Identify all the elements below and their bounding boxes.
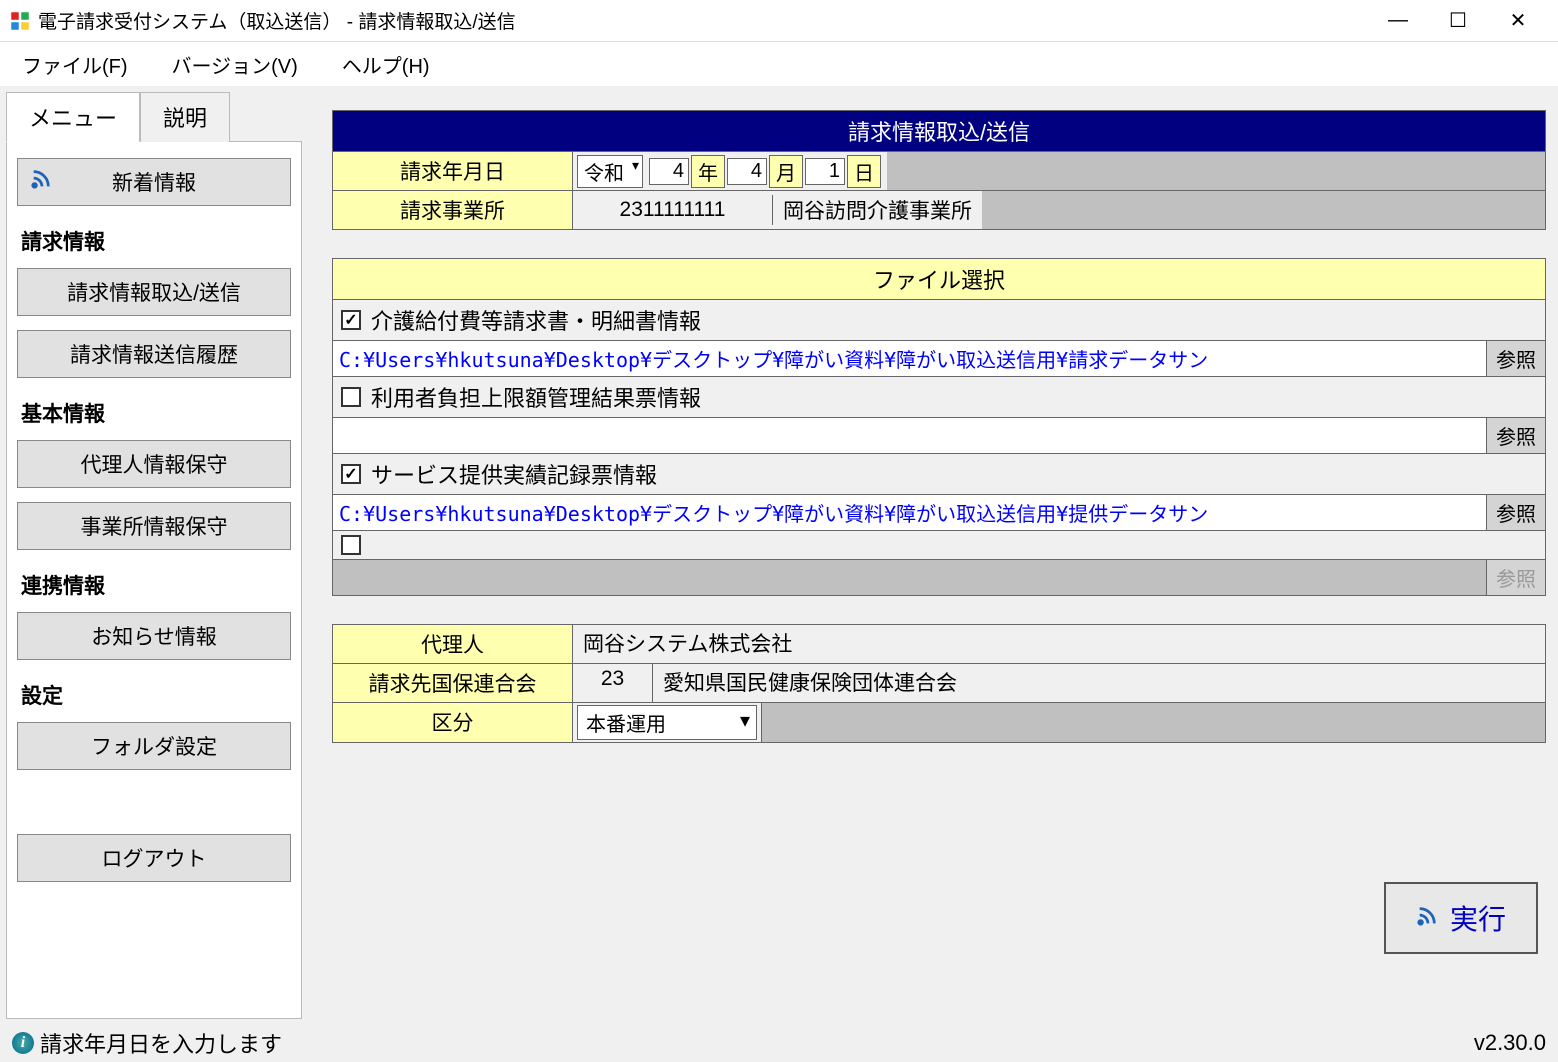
status-message: 請求年月日を入力します: [40, 1027, 282, 1059]
browse-button-0[interactable]: 参照: [1487, 341, 1545, 376]
category-select[interactable]: 本番運用: [577, 705, 757, 740]
tab-menu[interactable]: メニュー: [6, 92, 140, 142]
year-input[interactable]: 4: [649, 158, 689, 185]
file-item-1: 利用者負担上限額管理結果票情報: [332, 377, 1546, 418]
file-path-3: [333, 560, 1487, 595]
month-suffix: 月: [769, 155, 803, 188]
close-button[interactable]: ✕: [1488, 0, 1548, 42]
tab-description[interactable]: 説明: [140, 92, 230, 142]
label-billing-office: 請求事業所: [333, 191, 573, 229]
label-kokuho: 請求先国保連合会: [333, 664, 573, 702]
sidebar-btn-notice-info[interactable]: お知らせ情報: [17, 612, 291, 660]
file-checkbox-3[interactable]: [341, 535, 361, 555]
menu-help[interactable]: ヘルプ(H): [334, 46, 438, 83]
file-checkbox-2[interactable]: [341, 464, 361, 484]
maximize-button[interactable]: ☐: [1428, 0, 1488, 42]
office-code: 2311111111: [573, 195, 773, 225]
office-name: 岡谷訪問介護事業所: [773, 192, 982, 228]
day-input[interactable]: 1: [805, 158, 845, 185]
window-controls: — ☐ ✕: [1368, 0, 1548, 42]
sidebar-section-basic: 基本情報: [21, 398, 291, 428]
sidebar-btn-office-info-maint[interactable]: 事業所情報保守: [17, 502, 291, 550]
sidebar-btn-new-info[interactable]: 新着情報: [17, 158, 291, 206]
row-kokuho: 請求先国保連合会 23 愛知県国民健康保険団体連合会: [332, 663, 1546, 703]
day-suffix: 日: [847, 155, 881, 188]
year-suffix: 年: [691, 155, 725, 188]
panel-title: 請求情報取込/送信: [332, 110, 1546, 152]
sidebar-section-settings: 設定: [21, 680, 291, 710]
kokuho-name: 愛知県国民健康保険団体連合会: [653, 664, 1545, 702]
row-category: 区分 本番運用: [332, 702, 1546, 743]
file-path-row-2: C:¥Users¥hkutsuna¥Desktop¥デスクトップ¥障がい資料¥障…: [332, 495, 1546, 531]
row-billing-date: 請求年月日 令和 4 年 4 月 1 日: [332, 152, 1546, 191]
window-titlebar: 電子請求受付システム（取込送信） - 請求情報取込/送信 — ☐ ✕: [0, 0, 1558, 42]
label-agent: 代理人: [333, 625, 573, 663]
file-path-row-1: 参照: [332, 418, 1546, 454]
execute-label: 実行: [1450, 898, 1506, 938]
file-label-1: 利用者負担上限額管理結果票情報: [371, 381, 701, 413]
file-label-0: 介護給付費等請求書・明細書情報: [371, 304, 701, 336]
sidebar-btn-folder-settings[interactable]: フォルダ設定: [17, 722, 291, 770]
sidebar-btn-billing-send-history[interactable]: 請求情報送信履歴: [17, 330, 291, 378]
browse-button-2[interactable]: 参照: [1487, 495, 1545, 530]
sidebar-tabs: メニュー 説明: [6, 92, 302, 142]
file-section-title: ファイル選択: [332, 258, 1546, 300]
execute-button[interactable]: 実行: [1384, 882, 1538, 954]
browse-button-3: 参照: [1487, 560, 1545, 595]
version-label: v2.30.0: [1474, 1030, 1546, 1056]
sidebar-btn-label: 新着情報: [112, 167, 196, 197]
browse-button-1[interactable]: 参照: [1487, 418, 1545, 453]
menubar: ファイル(F) バージョン(V) ヘルプ(H): [0, 42, 1558, 86]
label-billing-date: 請求年月日: [333, 152, 573, 190]
file-path-0[interactable]: C:¥Users¥hkutsuna¥Desktop¥デスクトップ¥障がい資料¥障…: [333, 341, 1487, 376]
rss-icon: [1416, 902, 1438, 934]
value-agent: 岡谷システム株式会社: [573, 625, 1545, 663]
file-path-2[interactable]: C:¥Users¥hkutsuna¥Desktop¥デスクトップ¥障がい資料¥障…: [333, 495, 1487, 530]
file-item-3: [332, 531, 1546, 560]
file-label-2: サービス提供実績記録票情報: [371, 458, 657, 490]
sidebar: 新着情報 請求情報 請求情報取込/送信 請求情報送信履歴 基本情報 代理人情報保…: [6, 141, 302, 1019]
era-select[interactable]: 令和: [577, 155, 643, 188]
row-agent: 代理人 岡谷システム株式会社: [332, 624, 1546, 664]
file-item-2: サービス提供実績記録票情報: [332, 454, 1546, 495]
file-path-row-0: C:¥Users¥hkutsuna¥Desktop¥デスクトップ¥障がい資料¥障…: [332, 341, 1546, 377]
row-billing-office: 請求事業所 2311111111 岡谷訪問介護事業所: [332, 191, 1546, 230]
sidebar-section-billing: 請求情報: [21, 226, 291, 256]
menu-version[interactable]: バージョン(V): [164, 46, 306, 83]
info-icon: i: [12, 1032, 34, 1054]
file-path-1[interactable]: [333, 418, 1487, 453]
rss-icon: [30, 168, 52, 196]
sidebar-btn-billing-import-send[interactable]: 請求情報取込/送信: [17, 268, 291, 316]
sidebar-btn-agent-info-maint[interactable]: 代理人情報保守: [17, 440, 291, 488]
window-title: 電子請求受付システム（取込送信） - 請求情報取込/送信: [38, 7, 1368, 34]
file-item-0: 介護給付費等請求書・明細書情報: [332, 300, 1546, 341]
menu-file[interactable]: ファイル(F): [14, 46, 136, 83]
file-checkbox-0[interactable]: [341, 310, 361, 330]
file-checkbox-1[interactable]: [341, 387, 361, 407]
sidebar-section-linkage: 連携情報: [21, 570, 291, 600]
app-icon: [10, 11, 30, 31]
month-input[interactable]: 4: [727, 158, 767, 185]
kokuho-code: 23: [573, 664, 653, 702]
label-category: 区分: [333, 703, 573, 742]
minimize-button[interactable]: —: [1368, 0, 1428, 42]
statusbar: i 請求年月日を入力します v2.30.0: [0, 1024, 1558, 1062]
sidebar-btn-logout[interactable]: ログアウト: [17, 834, 291, 882]
file-path-row-3: 参照: [332, 560, 1546, 596]
